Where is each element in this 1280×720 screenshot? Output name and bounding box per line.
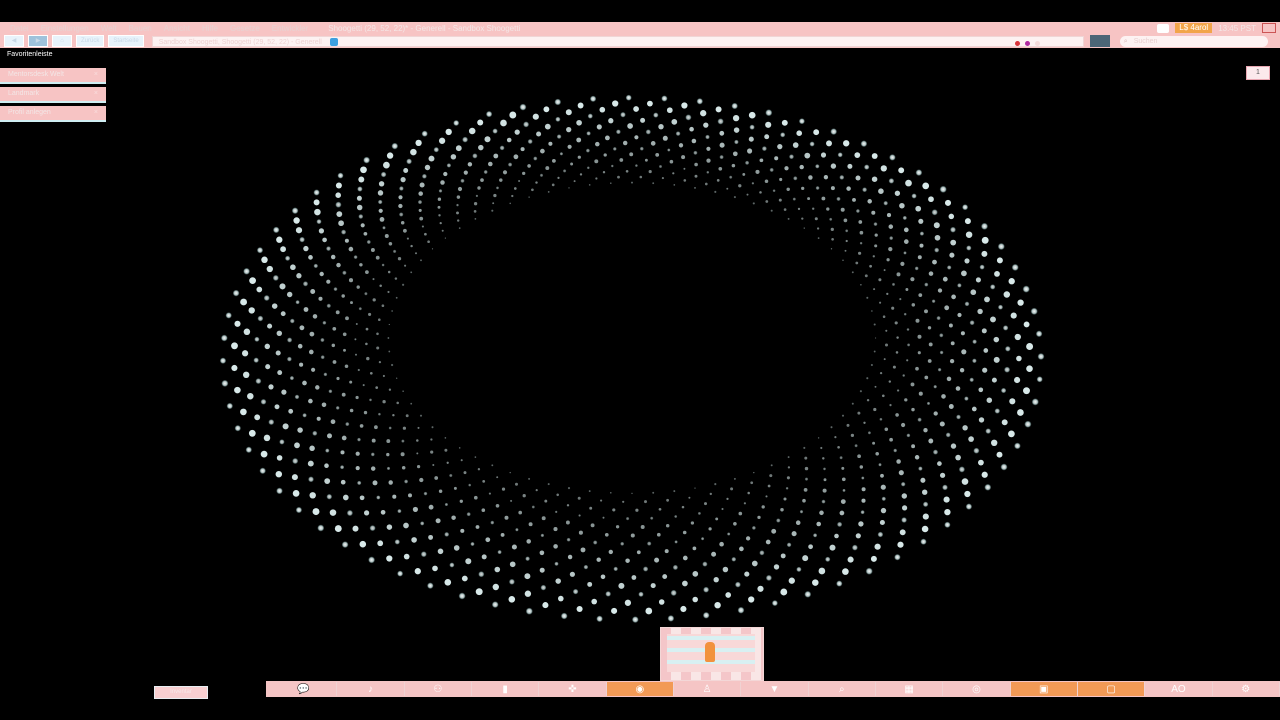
search-input[interactable]: ⌕ Suchen [1119, 35, 1268, 47]
no-push-icon [1024, 40, 1030, 46]
bottom-toolbar: 💬 ♪ ⚇ ▮ ✜ ◉ ♙ ▼ ⌕ ▦ ◎ ▣ ▢ AO ⚙ [266, 681, 1280, 697]
search-icon[interactable]: ⌕ [809, 682, 876, 696]
location-input[interactable]: Sandbox Shoogetti, Shoogetti (29, 52, 22… [151, 35, 1084, 47]
back-label-button[interactable]: Zurück [76, 35, 105, 47]
no-fly-icon [1014, 40, 1020, 46]
ao-icon[interactable]: AO [1145, 682, 1213, 696]
window-title: Shoogetti (29, 52, 22)* - Generell - San… [328, 23, 521, 33]
snapshot-icon[interactable]: ▣ [1010, 682, 1078, 696]
avatar-preview-thumbnail[interactable] [660, 627, 764, 681]
minimap-icon[interactable]: ◎ [943, 682, 1011, 696]
search-placeholder: Suchen [1133, 37, 1158, 45]
info-icon[interactable] [329, 37, 338, 46]
menu-bar: Datei Einstellungen Welt Bauen Ansicht H… [0, 22, 1280, 34]
map-icon[interactable]: ▦ [876, 682, 944, 696]
menu-item-developer[interactable]: Entwickler [272, 24, 308, 33]
menu-item-file[interactable]: Datei [10, 24, 29, 33]
window-controls-icon[interactable] [1262, 23, 1276, 33]
fly-icon[interactable]: ♙ [674, 682, 742, 696]
walk-icon[interactable]: ✜ [539, 682, 607, 696]
speak-icon[interactable]: ♪ [337, 682, 405, 696]
build-icon[interactable]: ▼ [741, 682, 809, 696]
status-field[interactable] [1157, 23, 1170, 33]
avatar-figure-icon [705, 642, 715, 662]
menu-item-laws[interactable]: Gesetze [230, 24, 260, 33]
menu-item-help[interactable]: Hilfe [202, 24, 218, 33]
menu-item-view[interactable]: Ansicht [164, 24, 190, 33]
location-text: Sandbox Shoogetti, Shoogetti (29, 52, 22… [158, 38, 322, 46]
particle-ring [219, 94, 1045, 624]
back-button[interactable]: ◀ [4, 35, 24, 47]
forward-button[interactable]: ▶ [28, 35, 48, 47]
ao-label: AO [1171, 683, 1186, 695]
view-icon[interactable]: ◉ [606, 682, 674, 696]
search-icon: ⌕ [1123, 37, 1128, 45]
inventory-button[interactable]: Inventar [154, 686, 208, 699]
inventory-icon[interactable]: ▢ [1077, 682, 1146, 696]
menu-item-world[interactable]: Welt [101, 24, 117, 33]
settings-icon[interactable]: ⚙ [1213, 682, 1280, 696]
chat-icon[interactable]: 💬 [270, 682, 338, 696]
menu-item-build[interactable]: Bauen [129, 24, 152, 33]
favorites-dropdown-icon[interactable] [1089, 35, 1110, 47]
top-black-strip [0, 0, 1280, 22]
places-icon[interactable]: ▮ [472, 682, 540, 696]
scene-viewport[interactable] [0, 48, 1280, 684]
home-icon[interactable]: ⌂ [52, 35, 72, 47]
health-icon [1034, 40, 1040, 46]
clock: 13:45 PST [1218, 23, 1256, 33]
people-icon[interactable]: ⚇ [405, 682, 472, 696]
menu-item-settings[interactable]: Einstellungen [41, 24, 89, 33]
navigation-bar: ◀ ▶ ⌂ Zurück Startseite Sandbox Shoogett… [0, 34, 1280, 48]
start-button[interactable]: Startseite [108, 35, 144, 47]
balance-badge[interactable]: L$ 4arol [1175, 23, 1213, 33]
